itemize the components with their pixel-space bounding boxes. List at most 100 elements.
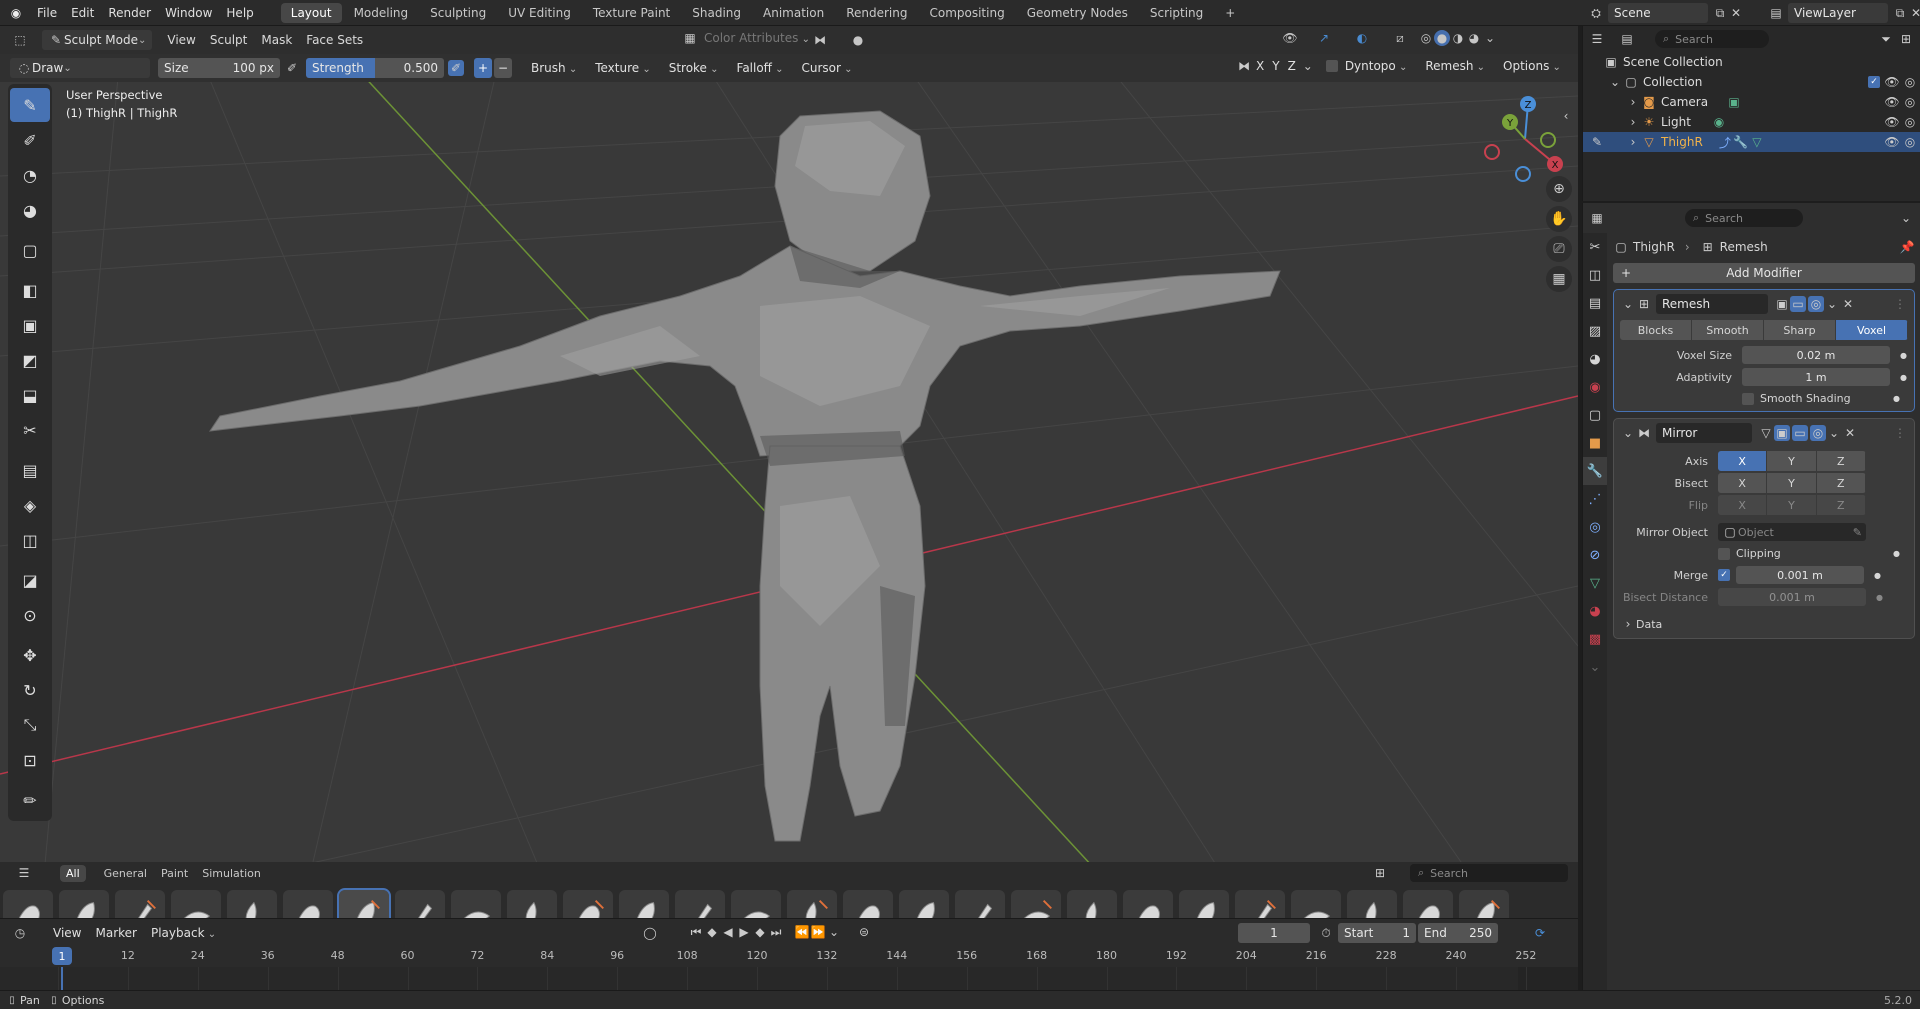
- mesh-filter-tool-icon[interactable]: ✂: [10, 413, 50, 447]
- display-mode-icon[interactable]: ▤: [1619, 31, 1635, 47]
- menu-help[interactable]: Help: [219, 6, 260, 20]
- pan-hand-icon[interactable]: ✋: [1546, 206, 1572, 232]
- mode-blocks[interactable]: Blocks: [1620, 320, 1692, 340]
- tab-animation[interactable]: Animation: [753, 3, 834, 23]
- auto-key-icon[interactable]: ⊜: [856, 924, 872, 940]
- tab-geometry-nodes[interactable]: Geometry Nodes: [1017, 3, 1138, 23]
- perspective-toggle-icon[interactable]: ▦: [1546, 266, 1572, 292]
- tab-sculpting[interactable]: Sculpting: [420, 3, 496, 23]
- voxel-size-field[interactable]: 0.02 m: [1742, 346, 1890, 364]
- play-reverse-icon[interactable]: ◀: [720, 924, 736, 940]
- brush-thumbnail[interactable]: [1291, 889, 1341, 918]
- clay-tool-icon[interactable]: ◔: [10, 158, 50, 192]
- expand-arrow-icon[interactable]: ›: [1625, 134, 1641, 150]
- transform-tool-icon[interactable]: ⊡: [10, 743, 50, 777]
- material-shading-icon[interactable]: ◑: [1450, 30, 1466, 46]
- render-icon[interactable]: ◎: [1808, 296, 1824, 312]
- prev-keyframe-icon[interactable]: ◆: [704, 924, 720, 940]
- constraints-tab-icon[interactable]: ⊘: [1583, 541, 1607, 569]
- menu-window[interactable]: Window: [158, 6, 219, 20]
- view-layer-field[interactable]: ViewLayer: [1788, 3, 1888, 23]
- vp-menu-view[interactable]: View: [160, 33, 202, 47]
- rendered-shading-icon[interactable]: ◕: [1466, 30, 1482, 46]
- strength-slider[interactable]: Strength 0.500: [306, 58, 444, 78]
- edit-mode-icon[interactable]: ▣: [1774, 296, 1790, 312]
- size-field[interactable]: Size 100 px: [158, 58, 280, 78]
- brush-thumbnail[interactable]: [787, 889, 837, 918]
- expand-arrow-icon[interactable]: ⌄: [1607, 74, 1623, 90]
- preview-range-icon[interactable]: ⏱: [1318, 925, 1334, 941]
- next-keyframe-icon[interactable]: ◆: [752, 924, 768, 940]
- tool-tab-icon[interactable]: ✂: [1583, 233, 1607, 261]
- world-tab-icon[interactable]: ◉: [1583, 373, 1607, 401]
- render-camera-icon[interactable]: ◎: [1902, 74, 1918, 90]
- bisect-z-toggle[interactable]: Z: [1816, 473, 1866, 493]
- outliner-search-input[interactable]: ⌕ Search: [1655, 30, 1769, 48]
- color-attributes-selector[interactable]: ▦ Color Attributes: [682, 30, 810, 46]
- shading-options-icon[interactable]: ⌄: [1482, 30, 1498, 46]
- brush-thumbnail[interactable]: [1459, 889, 1509, 918]
- box-face-set-tool-icon[interactable]: ▣: [10, 308, 50, 342]
- box-mask-tool-icon[interactable]: ▢: [10, 233, 50, 267]
- brush-selector[interactable]: ◌ Draw: [10, 58, 150, 78]
- realtime-icon[interactable]: ▭: [1790, 296, 1806, 312]
- record-icon[interactable]: ◯: [642, 925, 658, 941]
- mask-by-color-tool-icon[interactable]: ◪: [10, 563, 50, 597]
- direction-subtract-button[interactable]: −: [494, 58, 512, 78]
- filter-icon[interactable]: ⏷: [1878, 31, 1894, 47]
- data-subpanel[interactable]: › Data: [1620, 616, 1908, 632]
- brush-thumbnail[interactable]: [3, 889, 53, 918]
- xray-icon[interactable]: ⧄: [1392, 30, 1408, 46]
- remove-modifier-icon[interactable]: ✕: [1840, 296, 1856, 312]
- brush-thumbnail[interactable]: [731, 889, 781, 918]
- shelf-tab-general[interactable]: General: [98, 865, 153, 882]
- strength-pressure-icon[interactable]: ✐: [448, 60, 464, 76]
- brush-dropdown[interactable]: Brush: [524, 61, 584, 75]
- tab-scripting[interactable]: Scripting: [1140, 3, 1213, 23]
- new-view-layer-icon[interactable]: ⧉: [1892, 5, 1908, 21]
- shelf-menu-icon[interactable]: ☰: [16, 865, 32, 881]
- timeline-menu-playback[interactable]: Playback: [144, 926, 223, 940]
- object-tab-icon[interactable]: ■: [1583, 429, 1607, 457]
- bisect-y-toggle[interactable]: Y: [1767, 473, 1817, 493]
- expand-arrow-icon[interactable]: ›: [1625, 114, 1641, 130]
- render-camera-icon[interactable]: ◎: [1902, 134, 1918, 150]
- keyframe-dot-icon[interactable]: ●: [1874, 571, 1881, 580]
- bisect-x-toggle[interactable]: X: [1718, 473, 1768, 493]
- annotate-tool-icon[interactable]: ✏: [10, 783, 50, 817]
- shelf-tab-all[interactable]: All: [60, 864, 86, 882]
- axis-z-toggle[interactable]: Z: [1816, 451, 1866, 471]
- remove-modifier-icon[interactable]: ✕: [1842, 425, 1858, 441]
- render-camera-icon[interactable]: ◎: [1902, 114, 1918, 130]
- scene-tab-icon[interactable]: ◕: [1583, 345, 1607, 373]
- realtime-icon[interactable]: ▭: [1792, 425, 1808, 441]
- bisect-distance-field[interactable]: 0.001 m: [1718, 588, 1866, 606]
- menu-render[interactable]: Render: [101, 6, 158, 20]
- brush-thumbnail[interactable]: [115, 889, 165, 918]
- outliner-item-thighr[interactable]: ✎ › ▽ ThighR ⤴ 🔧 ▽ 👁 ◎: [1583, 132, 1920, 152]
- dyntopo-checkbox[interactable]: [1325, 60, 1338, 72]
- timeline-menu-view[interactable]: View: [46, 926, 88, 940]
- shelf-display-icon[interactable]: ⊞: [1372, 865, 1388, 881]
- material-tab-icon[interactable]: ◕: [1583, 597, 1607, 625]
- drag-handle-icon[interactable]: ⋮: [1892, 296, 1908, 312]
- stroke-dropdown[interactable]: Stroke: [662, 61, 726, 75]
- keyframe-dot-icon[interactable]: ●: [1893, 394, 1900, 403]
- timeline-tracks[interactable]: [0, 967, 1578, 991]
- modifier-tab-icon[interactable]: 🔧: [1583, 457, 1607, 485]
- mirror-object-field[interactable]: ▢ Object ✎: [1718, 523, 1866, 541]
- flip-z-toggle[interactable]: Z: [1816, 495, 1866, 515]
- texture-tab-icon[interactable]: ▩: [1583, 625, 1607, 653]
- color-filter-tool-icon[interactable]: ◈: [10, 488, 50, 522]
- output-tab-icon[interactable]: ▤: [1583, 289, 1607, 317]
- brush-thumbnail[interactable]: [171, 889, 221, 918]
- view-layer-tab-icon[interactable]: ▨: [1583, 317, 1607, 345]
- light-data-icon[interactable]: ◉: [1711, 114, 1727, 130]
- symmetry-icon[interactable]: ⧓: [812, 32, 828, 48]
- jump-end-icon[interactable]: ⏭: [768, 924, 784, 940]
- sync-icon[interactable]: ⟳: [1532, 925, 1548, 941]
- shelf-tab-simulation[interactable]: Simulation: [196, 865, 267, 882]
- delete-view-layer-icon[interactable]: ✕: [1908, 5, 1920, 21]
- falloff-dropdown[interactable]: Falloff: [730, 61, 791, 75]
- axis-x-toggle[interactable]: X: [1718, 451, 1768, 471]
